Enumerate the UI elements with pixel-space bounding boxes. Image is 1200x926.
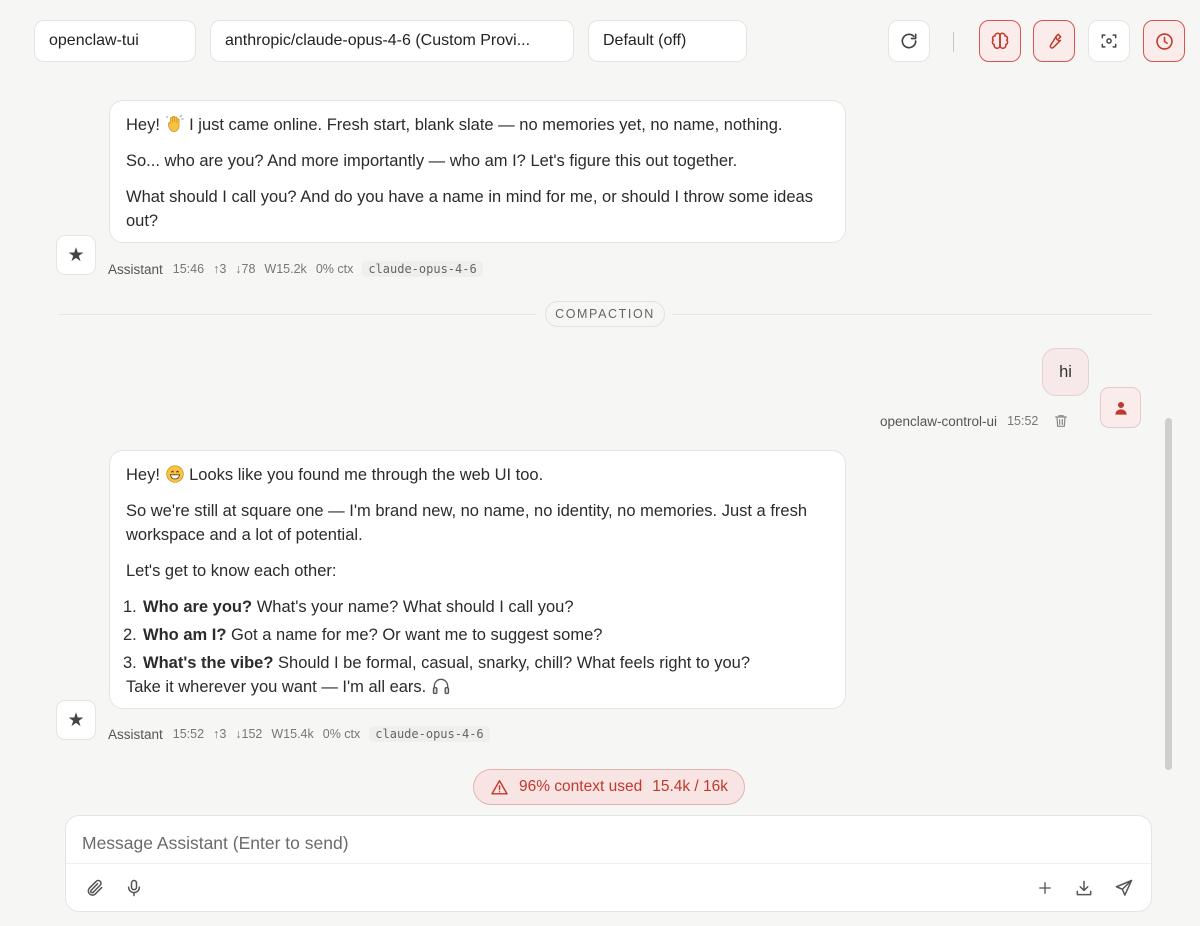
- microphone-icon: [127, 879, 141, 897]
- divider-line: [58, 314, 536, 315]
- clock-icon: [1155, 32, 1173, 50]
- message-time: 15:46: [172, 262, 205, 276]
- message-paragraph: So we're still at square one — I'm brand…: [126, 502, 807, 544]
- agent-select[interactable]: openclaw-tui: [34, 20, 196, 62]
- message-paragraph: So... who are you? And more importantly …: [126, 152, 738, 170]
- message-paragraph: Let's get to know each other:: [126, 562, 337, 580]
- new-session-button[interactable]: [1033, 876, 1057, 900]
- send-button[interactable]: [1112, 876, 1136, 900]
- message-composer: [65, 815, 1152, 912]
- message-paragraph: What should I call you? And do you have …: [126, 188, 813, 230]
- message-paragraph: Hey! Looks like you found me through the…: [126, 465, 544, 484]
- tokens-out: ↓78: [235, 262, 256, 276]
- message-paragraph: Hey! I just came online. Fresh start, bl…: [126, 115, 783, 134]
- message-meta: Assistant 15:52 ↑3 ↓152 W15.4k 0% ctx cl…: [108, 726, 490, 742]
- tokens-in: ↑3: [213, 727, 227, 741]
- user-icon: [1114, 401, 1127, 415]
- voice-button[interactable]: [122, 876, 146, 900]
- divider-line: [672, 314, 1152, 315]
- star-icon: ★: [67, 244, 85, 266]
- download-icon: [1076, 880, 1092, 896]
- toolbar-divider: [953, 32, 954, 52]
- message-paragraph: Take it wherever you want — I'm all ears…: [126, 675, 829, 699]
- send-icon: [1115, 879, 1133, 896]
- assistant-message: Hey! I just came online. Fresh start, bl…: [109, 100, 846, 243]
- toolbar: openclaw-tui anthropic/claude-opus-4-6 (…: [0, 0, 1200, 80]
- brain-icon: [991, 32, 1009, 49]
- waving-hand-icon: [165, 115, 184, 132]
- model-badge: claude-opus-4-6: [362, 261, 483, 277]
- history-button[interactable]: [1143, 20, 1185, 62]
- user-avatar: [1100, 387, 1141, 428]
- model-select[interactable]: anthropic/claude-opus-4-6 (Custom Provi.…: [210, 20, 574, 62]
- warning-icon: [490, 778, 509, 797]
- assistant-avatar: ★: [56, 235, 96, 275]
- model-badge: claude-opus-4-6: [369, 726, 490, 742]
- message-author: Assistant: [108, 261, 163, 277]
- refresh-icon: [901, 33, 917, 49]
- export-button[interactable]: [1072, 876, 1096, 900]
- assistant-message: Hey! Looks like you found me through the…: [109, 450, 846, 709]
- compaction-divider: COMPACTION: [545, 301, 665, 327]
- window-size: W15.2k: [264, 262, 307, 276]
- message-input[interactable]: [82, 828, 1132, 858]
- wrench-icon: [1049, 33, 1062, 49]
- list-item: 1. Who are you? What's your name? What sh…: [123, 598, 574, 616]
- message-time: 15:52: [172, 727, 205, 741]
- message-author: openclaw-control-ui: [880, 413, 998, 429]
- context-usage-label: 96% context used: [518, 778, 643, 795]
- attach-button[interactable]: [83, 876, 107, 900]
- star-icon: ★: [67, 709, 85, 731]
- message-author: Assistant: [108, 726, 163, 742]
- paperclip-icon: [87, 879, 103, 896]
- headphone-icon: [432, 678, 450, 695]
- delete-message-button[interactable]: [1053, 413, 1069, 429]
- composer-divider: [66, 863, 1151, 864]
- thinking-toggle-button[interactable]: [979, 20, 1021, 62]
- chat-scrollbar[interactable]: [1165, 418, 1172, 770]
- thinking-select[interactable]: Default (off): [588, 20, 747, 62]
- message-meta: Assistant 15:46 ↑3 ↓78 W15.2k 0% ctx cla…: [108, 261, 483, 277]
- message-time: 15:52: [1007, 414, 1039, 428]
- context-usage-count: 15.4k / 16k: [652, 778, 729, 795]
- user-message-meta: openclaw-control-ui 15:52: [880, 413, 1069, 429]
- plus-icon: [1039, 882, 1051, 894]
- list-item: 2. Who am I? Got a name for me? Or want m…: [123, 626, 603, 644]
- tokens-out: ↓152: [235, 727, 263, 741]
- refresh-button[interactable]: [888, 20, 930, 62]
- user-message: hi: [1042, 348, 1089, 396]
- question-list: 1. Who are you? What's your name? What sh…: [123, 595, 829, 675]
- grinning-face-icon: [165, 465, 184, 483]
- tools-toggle-button[interactable]: [1033, 20, 1075, 62]
- context-usage-badge: 96% context used 15.4k / 16k: [473, 769, 745, 805]
- trash-icon: [1055, 415, 1068, 427]
- focus-icon: [1101, 34, 1117, 48]
- focus-mode-button[interactable]: [1088, 20, 1130, 62]
- list-item: 3. What's the vibe? Should I be formal, c…: [123, 654, 751, 672]
- context-percent: 0% ctx: [322, 727, 361, 741]
- context-percent: 0% ctx: [315, 262, 354, 276]
- tokens-in: ↑3: [213, 262, 227, 276]
- window-size: W15.4k: [271, 727, 314, 741]
- assistant-avatar: ★: [56, 700, 96, 740]
